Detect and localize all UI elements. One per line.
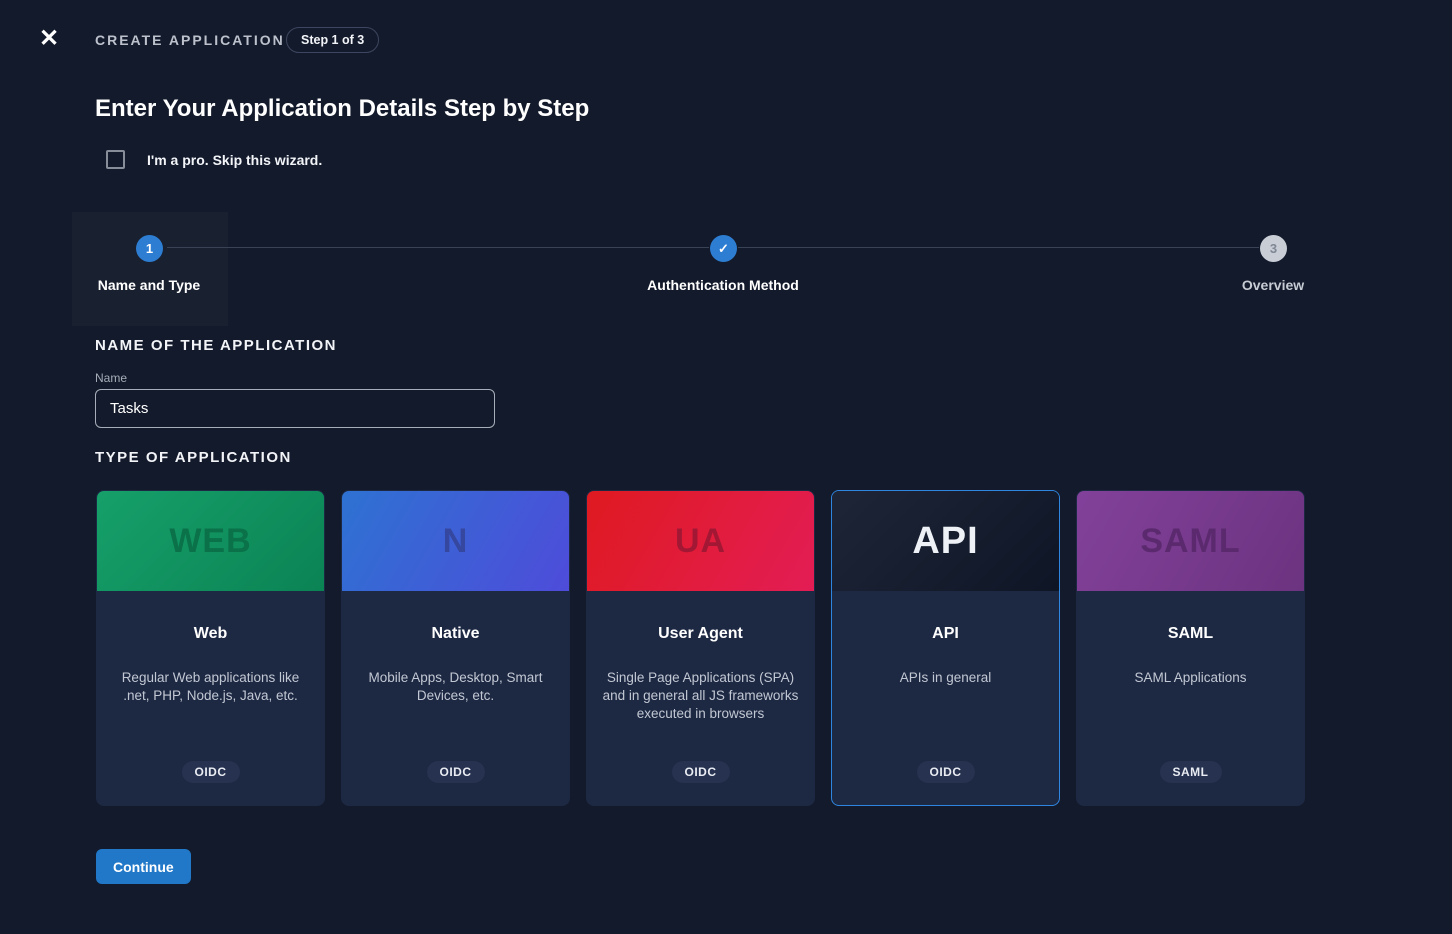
- card-user-agent-title: User Agent: [587, 625, 814, 643]
- card-user-agent-banner: UA: [587, 491, 814, 591]
- card-api-description: APIs in general: [846, 669, 1045, 687]
- card-api-selected[interactable]: API API APIs in general OIDC: [831, 490, 1060, 806]
- active-step-highlight: [72, 212, 228, 326]
- card-web-title: Web: [97, 625, 324, 643]
- step-1-label: Name and Type: [98, 277, 200, 293]
- card-saml-protocol-badge: SAML: [1160, 761, 1222, 783]
- skip-wizard-checkbox[interactable]: [106, 150, 125, 169]
- step-2-label: Authentication Method: [647, 277, 799, 293]
- card-saml-description: SAML Applications: [1091, 669, 1290, 687]
- step-3-label: Overview: [1242, 277, 1304, 293]
- step-badge: Step 1 of 3: [286, 27, 379, 53]
- card-user-agent[interactable]: UA User Agent Single Page Applications (…: [586, 490, 815, 806]
- card-native-protocol-badge: OIDC: [427, 761, 485, 783]
- card-native-description: Mobile Apps, Desktop, Smart Devices, etc…: [356, 669, 555, 705]
- card-saml-title: SAML: [1077, 625, 1304, 643]
- name-field-label: Name: [95, 371, 127, 385]
- card-web[interactable]: WEB Web Regular Web applications like .n…: [96, 490, 325, 806]
- card-saml-banner: SAML: [1077, 491, 1304, 591]
- wizard-heading: Enter Your Application Details Step by S…: [95, 95, 589, 123]
- skip-wizard-row: I'm a pro. Skip this wizard.: [106, 150, 322, 169]
- card-native-title: Native: [342, 625, 569, 643]
- close-icon[interactable]: ✕: [36, 26, 62, 52]
- application-name-input[interactable]: [95, 389, 495, 428]
- stepper-connector: [738, 247, 1259, 248]
- card-api-title: API: [832, 625, 1059, 643]
- card-user-agent-protocol-badge: OIDC: [672, 761, 730, 783]
- card-web-banner: WEB: [97, 491, 324, 591]
- card-api-protocol-badge: OIDC: [917, 761, 975, 783]
- card-saml[interactable]: SAML SAML SAML Applications SAML: [1076, 490, 1305, 806]
- stepper-connector: [167, 247, 709, 248]
- card-api-banner: API: [832, 491, 1059, 591]
- continue-button[interactable]: Continue: [96, 849, 191, 884]
- name-section-title: NAME OF THE APPLICATION: [95, 337, 337, 354]
- card-native-banner: N: [342, 491, 569, 591]
- card-native[interactable]: N Native Mobile Apps, Desktop, Smart Dev…: [341, 490, 570, 806]
- application-type-cards: WEB Web Regular Web applications like .n…: [96, 490, 1305, 806]
- type-section-title: TYPE OF APPLICATION: [95, 449, 292, 466]
- card-user-agent-description: Single Page Applications (SPA) and in ge…: [601, 669, 800, 722]
- card-web-protocol-badge: OIDC: [182, 761, 240, 783]
- step-1-circle[interactable]: 1: [136, 235, 163, 262]
- card-web-description: Regular Web applications like .net, PHP,…: [111, 669, 310, 705]
- create-application-wizard: ✕ CREATE APPLICATION Step 1 of 3 Enter Y…: [0, 0, 1452, 934]
- step-3-circle[interactable]: 3: [1260, 235, 1287, 262]
- page-title: CREATE APPLICATION: [95, 32, 285, 48]
- step-2-circle check-icon[interactable]: ✓: [710, 235, 737, 262]
- skip-wizard-label: I'm a pro. Skip this wizard.: [147, 152, 322, 168]
